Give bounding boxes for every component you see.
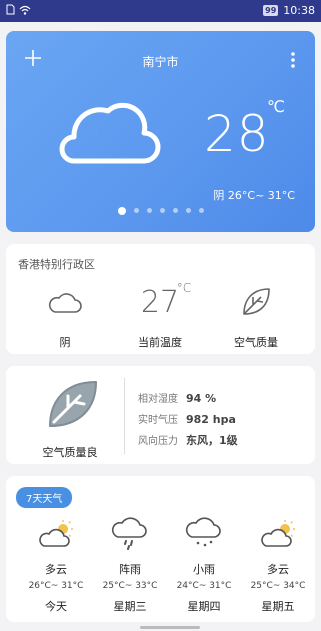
forecast-day[interactable]: 小雨 24°C~ 31°C 星期四 xyxy=(167,516,241,614)
leaf-icon xyxy=(243,288,270,315)
forecast-day[interactable]: 阵雨 25°C~ 33°C 星期三 xyxy=(93,516,167,614)
cloud-moon-icon xyxy=(59,102,161,164)
forecast-range: 25°C~ 33°C xyxy=(102,581,158,591)
air-quality-col: 空气质量 xyxy=(206,282,306,350)
forecast-desc: 多云 xyxy=(45,563,67,576)
battery-indicator: 99 xyxy=(263,5,279,16)
clock: 10:38 xyxy=(283,4,315,17)
wind-label: 风向压力 xyxy=(138,436,178,447)
pressure-row: 实时气压 982 hpa xyxy=(138,411,236,426)
air-quality-leaf-icon xyxy=(49,381,97,427)
current-temp-col: 27 °C 当前温度 xyxy=(110,281,210,350)
forecast-range: 26°C~ 31°C xyxy=(28,581,84,591)
wind-row: 风向压力 东风，1级 xyxy=(138,432,238,448)
page-dot[interactable] xyxy=(146,208,152,213)
partly-cloudy-icon xyxy=(261,520,295,547)
forecast-desc: 小雨 xyxy=(193,563,215,576)
humidity-row: 相对湿度 94 % xyxy=(138,390,216,405)
wind-value: 东风，1级 xyxy=(186,434,238,447)
forecast-card: 7天天气 多云 26°C~ 31°C 今天 阵雨 25°C~ 33°C 星期三 xyxy=(6,476,315,622)
humidity-label: 相对湿度 xyxy=(138,394,178,405)
light-rain-icon xyxy=(185,517,221,547)
forecast-range: 24°C~ 31°C xyxy=(176,581,232,591)
city-name: 南宁市 xyxy=(142,55,179,69)
sim-icon xyxy=(6,4,15,15)
forecast-day-name: 星期三 xyxy=(113,600,147,613)
divider xyxy=(124,378,125,454)
page-dot[interactable] xyxy=(133,208,139,213)
current-weather-card[interactable]: 南宁市 28 ℃ 阴 26°C~ 31°C xyxy=(6,31,315,232)
wifi-icon xyxy=(19,5,31,15)
forecast-day-name: 星期四 xyxy=(187,600,221,613)
humidity-value: 94 % xyxy=(186,392,217,405)
home-indicator[interactable] xyxy=(140,626,200,629)
forecast-day[interactable]: 多云 26°C~ 31°C 今天 xyxy=(19,516,93,614)
seven-day-badge[interactable]: 7天天气 xyxy=(16,487,73,508)
region-name: 香港特别行政区 xyxy=(18,258,95,271)
page-dot[interactable] xyxy=(159,208,165,213)
pressure-label: 实时气压 xyxy=(138,415,178,426)
condition-label: 阴 xyxy=(59,336,71,349)
rain-icon xyxy=(111,517,147,550)
current-temp-value: 27 °C xyxy=(140,281,191,320)
condition-col: 阴 xyxy=(15,282,115,350)
page-dot[interactable] xyxy=(185,208,191,213)
forecast-day[interactable]: 多云 25°C~ 34°C 星期五 xyxy=(241,516,315,614)
more-menu-icon[interactable] xyxy=(289,51,297,69)
forecast-range: 25°C~ 34°C xyxy=(250,581,306,591)
current-temperature: 28 xyxy=(204,105,270,163)
page-dot[interactable] xyxy=(198,208,204,213)
forecast-day-name: 今天 xyxy=(45,600,67,613)
temperature-unit: ℃ xyxy=(267,97,285,116)
condition-range: 阴 26°C~ 31°C xyxy=(213,189,295,202)
status-bar: 99 10:38 xyxy=(0,0,321,22)
air-quality-status: 空气质量良 xyxy=(42,446,98,459)
summary-card: 香港特别行政区 阴 27 °C 当前温度 空气质量 xyxy=(6,244,315,354)
forecast-day-name: 星期五 xyxy=(261,600,295,613)
pressure-value: 982 hpa xyxy=(186,413,236,426)
page-dot[interactable] xyxy=(172,208,178,213)
partly-cloudy-icon xyxy=(39,520,73,547)
cloud-icon xyxy=(48,293,82,313)
temp-unit: °C xyxy=(176,280,192,295)
page-dot[interactable] xyxy=(117,207,126,215)
forecast-desc: 阵雨 xyxy=(119,563,141,576)
current-temp-label: 当前温度 xyxy=(138,336,182,349)
page-indicator[interactable] xyxy=(6,207,315,215)
details-card: 空气质量良 相对湿度 94 % 实时气压 982 hpa 风向压力 东风，1级 xyxy=(6,366,315,464)
air-quality-label: 空气质量 xyxy=(234,336,278,349)
temp-number: 27 xyxy=(140,284,180,320)
forecast-desc: 多云 xyxy=(267,563,289,576)
